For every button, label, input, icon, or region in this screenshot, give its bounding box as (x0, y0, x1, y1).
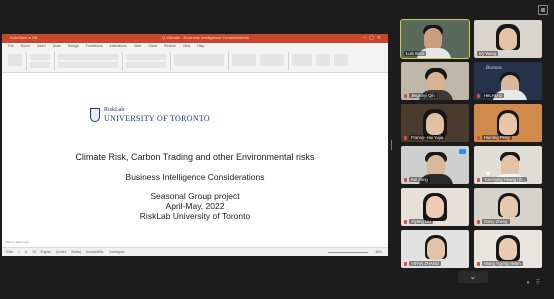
participant-name: Wang Yuying Helen (482, 261, 523, 266)
participant-face (500, 196, 518, 218)
participant-face (424, 28, 442, 50)
slide-line-date: April-May, 2022 (165, 201, 225, 211)
editing-icon (292, 54, 312, 66)
logo-university-text: UNIVERSITY OF TORONTO (104, 114, 211, 123)
zoom-slider[interactable] (328, 252, 368, 253)
participant-name: Xiyang Liu (409, 219, 433, 224)
participant-tile[interactable]: Wang Yuying Helen (474, 230, 542, 268)
ribbon-separator (122, 52, 123, 70)
slide-canvas: RiskLab UNIVERSITY OF TORONTO Climate Ri… (2, 74, 388, 244)
slide-title: Climate Risk, Carbon Trading and other E… (75, 152, 315, 162)
muted-mic-icon (404, 178, 407, 182)
slide-line-org: RiskLab University of Toronto (139, 211, 251, 221)
video-badge-icon (459, 149, 466, 154)
muted-mic-icon (477, 220, 480, 224)
uoft-crest-icon (90, 108, 100, 122)
muted-mic-icon (477, 262, 480, 266)
muted-mic-icon (404, 262, 407, 266)
participant-name: HeLHU LI (482, 93, 505, 98)
powerpoint-title-bar: AutoSave ● Off Q-Climate - Business Inte… (2, 34, 388, 43)
ribbon-separator (170, 52, 171, 70)
panel-splitter-handle[interactable] (390, 140, 393, 150)
participant-tile[interactable]: Xiyang Liu (401, 188, 469, 226)
slide-layout-icon (30, 54, 50, 60)
virtual-background-logo: Bostons (486, 66, 502, 71)
participant-name: Ivy Wang (477, 51, 499, 56)
slide-line-project: Seasonal Group project (150, 191, 240, 201)
ribbon-separator (54, 52, 55, 70)
participant-name: Jingxinyi Qin (409, 93, 437, 98)
participant-face (499, 28, 517, 50)
meeting-top-bar (0, 0, 554, 20)
participant-face (499, 113, 517, 135)
align-icon (126, 62, 166, 68)
zoom-level: 68% (375, 250, 382, 254)
muted-mic-icon (477, 178, 480, 182)
paste-icon (8, 54, 22, 66)
logo-risklab-text: RiskLab (104, 107, 125, 113)
participant-tile[interactable]: Franny- Hai Yujia (401, 104, 469, 142)
participant-tile[interactable]: Daisy Zheng (474, 188, 542, 226)
ribbon-separator (288, 52, 289, 70)
participant-name: Kai Zong (409, 177, 430, 182)
participant-name: Daisy Zheng (482, 219, 510, 224)
window-controls-icon: –▢✕ (363, 35, 384, 41)
participant-face (426, 196, 444, 218)
designer-icon (334, 54, 348, 66)
muted-mic-icon (404, 136, 407, 140)
status-left-text: Slide 1 of 16 English (United States) Ac… (6, 250, 125, 254)
paragraph-icon (126, 54, 166, 60)
participant-face (427, 238, 445, 260)
font-format-icon (58, 62, 118, 68)
autosave-label: AutoSave ● Off (10, 35, 38, 40)
quick-styles-icon (260, 54, 284, 66)
muted-mic-icon (477, 94, 480, 98)
dictate-icon (316, 54, 330, 66)
gallery-controls-icons[interactable]: ⏸⠿ (527, 279, 546, 287)
participant-tile[interactable]: ☚ Yuncheng Huang (Z... (474, 146, 542, 184)
participant-tile[interactable]: Jingxinyi Qin (401, 62, 469, 100)
participant-tile[interactable]: Bostons HeLHU LI (474, 62, 542, 100)
powerpoint-doc-title: Q-Climate - Business Intelligence Consid… (162, 35, 249, 40)
muted-mic-icon (477, 136, 480, 140)
notes-pane[interactable]: Click to add notes (2, 240, 388, 246)
participant-tile[interactable]: YIFAN ZHANG (401, 230, 469, 268)
participant-name: Yuncheng Huang (Z... (482, 177, 527, 182)
scroll-gallery-down-button[interactable]: ⌄ (458, 271, 488, 283)
participant-name: Huirong Peng (482, 135, 512, 140)
muted-mic-icon (404, 220, 407, 224)
muted-mic-icon (404, 94, 407, 98)
meeting-window: AutoSave ● Off Q-Climate - Business Inte… (0, 0, 554, 299)
participant-tile[interactable]: Luis Seco (400, 19, 470, 59)
participant-tile[interactable]: Huirong Peng (474, 104, 542, 142)
font-select-icon (58, 54, 118, 60)
shared-screen: AutoSave ● Off Q-Climate - Business Inte… (2, 34, 388, 256)
powerpoint-status-bar: Slide 1 of 16 English (United States) Ac… (2, 247, 388, 256)
ribbon-separator (26, 52, 27, 70)
participant-tile[interactable]: Ivy Wang (474, 20, 542, 58)
slide-subtitle: Business Intelligence Considerations (125, 172, 265, 182)
participant-face (499, 238, 517, 260)
ribbon-separator (228, 52, 229, 70)
participant-name: YIFAN ZHANG (409, 261, 441, 266)
participant-name: Luis Seco (404, 51, 427, 56)
shapes-icon (174, 54, 224, 66)
view-layout-icon[interactable] (538, 5, 548, 15)
slide-section-icon (30, 62, 50, 68)
ribbon-tabs: File Home Insert Draw Design Transitions… (8, 44, 205, 48)
participant-tile[interactable]: Kai Zong (401, 146, 469, 184)
arrange-icon (232, 54, 256, 66)
participant-face (426, 113, 444, 135)
powerpoint-ribbon: File Home Insert Draw Design Transitions… (2, 43, 388, 73)
participant-name: Franny- Hai Yujia (409, 135, 446, 140)
